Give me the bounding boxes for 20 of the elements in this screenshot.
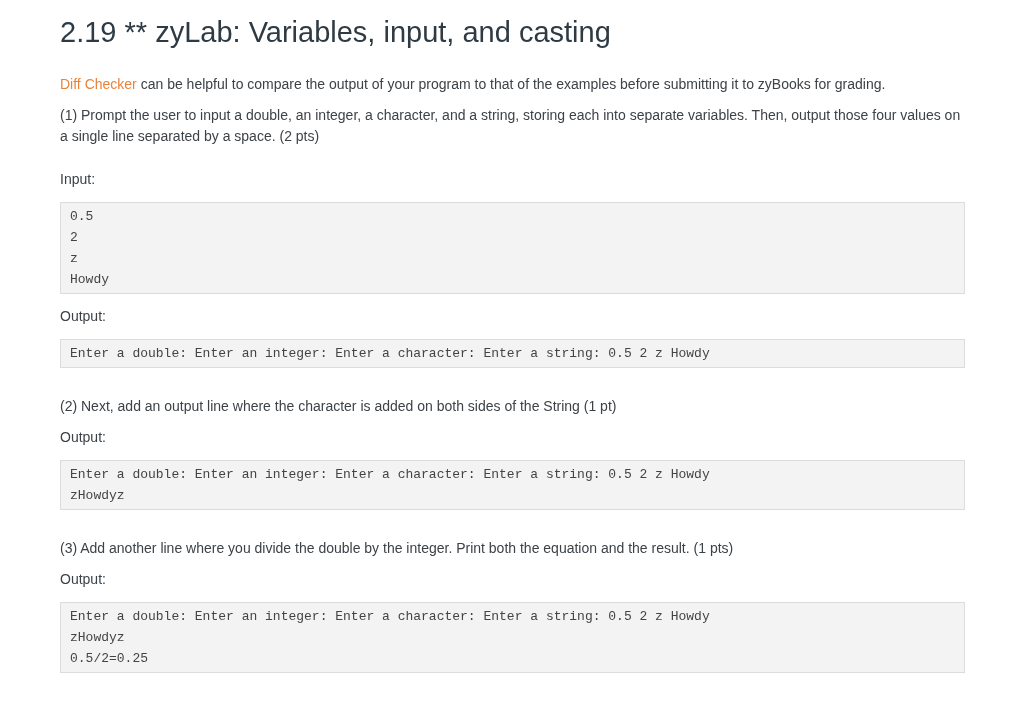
code-line: 0.5/2=0.25 <box>70 650 149 668</box>
code-line: Howdy <box>70 271 110 289</box>
code-line: Enter a double: Enter an integer: Enter a character: Enter a string: 0.5 2 z Howdy <box>70 466 711 484</box>
example-label: Input: <box>60 170 97 189</box>
code-line: 2 <box>70 229 79 247</box>
task-description: (3) Add another line where you divide the double by the integer. Print both the equation and the result. (1 pts) <box>60 539 735 558</box>
code-line: zHowdyz <box>70 629 126 647</box>
code-line: Enter a double: Enter an integer: Enter a character: Enter a string: 0.5 2 z Howdy <box>70 345 711 363</box>
example-label: Output: <box>60 307 107 326</box>
intro-paragraph: Diff Checker can be helpful to compare the output of your program to that of the examples before submitting it to zyBooks for grading. <box>60 75 887 94</box>
page-title: 2.19 ** zyLab: Variables, input, and casting <box>60 15 612 50</box>
example-label: Output: <box>60 428 107 447</box>
code-line: zHowdyz <box>70 487 126 505</box>
code-line: z <box>70 250 79 268</box>
code-line: 0.5 <box>70 208 95 226</box>
task-description: (2) Next, add an output line where the character is added on both sides of the String (1 pt) <box>60 397 618 416</box>
task-description: (1) Prompt the user to input a double, an integer, a character, and a string, storing each into separate variables. Then, output those four values on a single line separated by a space. (2 pts) <box>60 106 962 146</box>
diff-checker-link[interactable]: Diff Checker <box>60 76 137 92</box>
code-line: Enter a double: Enter an integer: Enter a character: Enter a string: 0.5 2 z Howdy <box>70 608 711 626</box>
example-label: Output: <box>60 570 107 589</box>
